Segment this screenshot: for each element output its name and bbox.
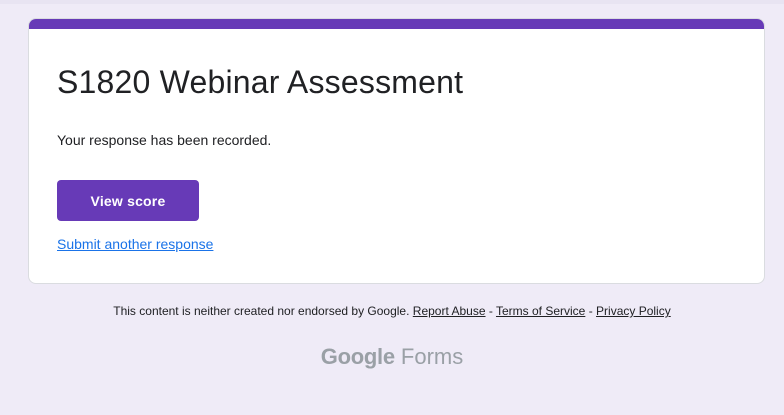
brand-forms-wordmark: Forms (400, 344, 464, 369)
report-abuse-link[interactable]: Report Abuse (413, 304, 486, 318)
footer: This content is neither created nor endo… (0, 304, 784, 318)
confirmation-card: S1820 Webinar Assessment Your response h… (28, 18, 765, 284)
footer-separator: - (588, 304, 593, 318)
submit-another-response-link[interactable]: Submit another response (57, 236, 213, 252)
form-title: S1820 Webinar Assessment (57, 64, 464, 100)
confirmation-message: Your response has been recorded. (57, 132, 272, 148)
footer-separator: - (488, 304, 493, 318)
view-score-button[interactable]: View score (57, 180, 199, 221)
terms-of-service-link[interactable]: Terms of Service (496, 304, 585, 318)
page-top-edge (0, 0, 784, 4)
google-forms-logo[interactable]: Google Forms (0, 344, 784, 370)
brand-google-wordmark: Google (320, 344, 395, 369)
card-accent-bar (29, 19, 764, 29)
footer-disclaimer: This content is neither created nor endo… (113, 304, 410, 318)
privacy-policy-link[interactable]: Privacy Policy (596, 304, 671, 318)
